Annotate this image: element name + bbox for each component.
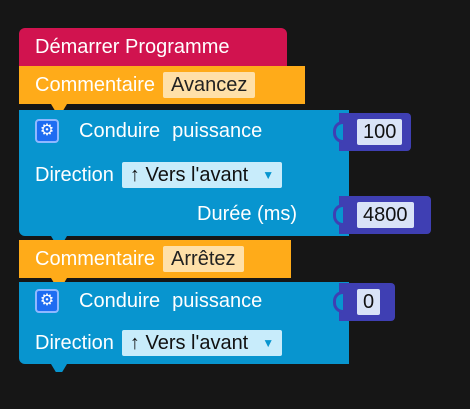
- power-socket: 100: [333, 113, 411, 151]
- drive-label: Conduire: [79, 289, 161, 312]
- duration-label: Durée (ms): [197, 203, 298, 225]
- start-program-label: Démarrer Programme: [35, 36, 230, 58]
- comment-block-1[interactable]: Commentaire Avancez: [19, 66, 305, 104]
- drive-block-1[interactable]: ⚙ Conduire puissance Direction ↑ Vers l'…: [19, 110, 349, 236]
- gear-icon[interactable]: ⚙: [35, 289, 59, 313]
- duration-socket: 4800: [333, 196, 431, 234]
- direction-dropdown[interactable]: ↑ Vers l'avant ▼: [121, 162, 283, 188]
- direction-dropdown[interactable]: ↑ Vers l'avant ▼: [121, 330, 283, 356]
- drive-block-2[interactable]: ⚙ Conduire puissance Direction ↑ Vers l'…: [19, 282, 349, 364]
- comment-label: Commentaire: [35, 73, 156, 96]
- power-input[interactable]: 0: [357, 289, 381, 315]
- start-program-block[interactable]: Démarrer Programme: [19, 28, 287, 66]
- comment-block-2[interactable]: Commentaire Arrêtez: [19, 240, 291, 278]
- gear-icon[interactable]: ⚙: [35, 119, 59, 143]
- comment-label: Commentaire: [35, 247, 156, 270]
- power-label: puissance: [172, 119, 263, 142]
- power-label: puissance: [172, 289, 263, 312]
- comment-text-field[interactable]: Avancez: [163, 72, 256, 98]
- direction-label: Direction: [35, 163, 114, 186]
- direction-label: Direction: [35, 331, 114, 354]
- direction-value: ↑ Vers l'avant: [129, 164, 249, 186]
- power-socket: 0: [333, 283, 395, 321]
- drive-label: Conduire: [79, 119, 161, 142]
- power-input[interactable]: 100: [357, 119, 403, 145]
- block-connector: [51, 364, 67, 372]
- direction-value: ↑ Vers l'avant: [129, 332, 249, 354]
- triangle-down-icon: ▼: [262, 168, 275, 182]
- duration-input[interactable]: 4800: [357, 202, 414, 228]
- triangle-down-icon: ▼: [262, 336, 275, 350]
- comment-text-field[interactable]: Arrêtez: [163, 246, 244, 272]
